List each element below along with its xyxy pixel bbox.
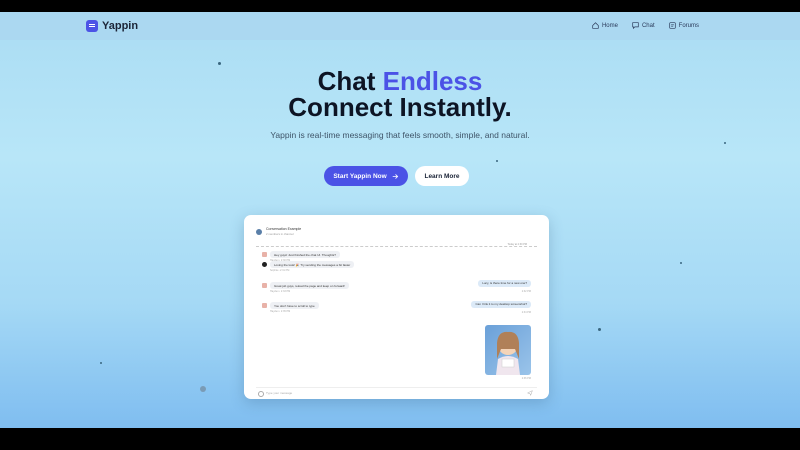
start-yappin-button[interactable]: Start Yappin Now — [324, 166, 408, 186]
arrow-right-icon — [392, 173, 398, 179]
message-bubble: Great job guys, reload the page and keep… — [270, 282, 350, 289]
nav-link-home[interactable]: Home — [592, 22, 618, 29]
avatar-icon — [262, 262, 267, 267]
decorative-dot — [496, 160, 498, 162]
avatar-icon — [262, 283, 267, 288]
message-meta: Hayden • 2:33 PM — [270, 290, 291, 293]
decorative-dot — [724, 142, 726, 144]
start-yappin-label: Start Yappin Now — [333, 172, 387, 180]
message-bubble: You don't have to scroll to type — [270, 302, 319, 309]
brand-logo[interactable]: Yappin — [86, 20, 138, 32]
message-bubble: Can I link it to my desktop screenshot? — [471, 300, 531, 308]
send-icon[interactable] — [527, 390, 533, 396]
chat-icon — [632, 22, 639, 29]
message-item: You don't have to scroll to type Hayden … — [262, 302, 319, 313]
hero-title-line1: Chat Endless — [0, 67, 800, 95]
nav-link-forums[interactable]: Forums — [669, 22, 699, 29]
nav-link-forums-label: Forums — [678, 22, 699, 29]
hero-title-line2: Connect Instantly. — [288, 92, 512, 122]
home-icon — [592, 22, 599, 29]
nav-link-chat-label: Chat — [641, 22, 655, 29]
message-item-sent: Lucy, is there time for a new one? 2:32 … — [478, 271, 531, 293]
anime-image — [496, 331, 520, 375]
top-nav: Yappin Home Chat Forums — [0, 12, 800, 40]
message-meta: Hayden • 2:35 PM — [270, 310, 291, 313]
channel-subtitle: 2 members in channel — [266, 232, 294, 236]
message-bubble: Lucy, is there time for a new one? — [478, 279, 531, 287]
message-meta: Sophia • 2:31 PM — [270, 269, 290, 272]
message-input-bar[interactable]: Type your message — [256, 387, 537, 397]
brand-name: Yappin — [102, 20, 139, 32]
message-item: Loving the look! 🎉 Try sending the messa… — [262, 261, 355, 272]
channel-title: Conversation Example — [266, 227, 302, 231]
avatar-icon — [262, 252, 267, 257]
chat-preview-card: Conversation Example 2 members in channe… — [244, 215, 549, 399]
nav-link-chat[interactable]: Chat — [632, 22, 655, 29]
learn-more-button[interactable]: Learn More — [415, 166, 469, 186]
date-separator-label: Today at 2:30 PM — [505, 243, 529, 246]
decorative-dot — [100, 362, 102, 364]
message-bubble: Hey guys! Just finished the chat UI. Tho… — [270, 251, 340, 258]
message-item: Great job guys, reload the page and keep… — [262, 282, 350, 293]
hero-subtitle: Yappin is real-time messaging that feels… — [270, 130, 530, 140]
chat-bubble-icon — [86, 20, 98, 32]
message-bubble: Loving the look! 🎉 Try sending the messa… — [270, 261, 355, 268]
message-item-sent: Can I link it to my desktop screenshot? … — [471, 292, 531, 314]
decorative-dot — [680, 262, 682, 264]
avatar-icon — [262, 303, 267, 308]
landing-page: Yappin Home Chat Forums Chat Endless Con… — [0, 12, 800, 428]
learn-more-label: Learn More — [424, 172, 460, 180]
image-meta: 2:36 PM — [521, 377, 531, 380]
message-input[interactable]: Type your message — [266, 391, 292, 395]
message-meta: 2:34 PM — [521, 311, 531, 314]
forums-icon — [669, 22, 676, 29]
nav-link-home-label: Home — [601, 22, 618, 29]
channel-header: Conversation Example 2 members in channe… — [256, 227, 301, 236]
emoji-icon[interactable] — [258, 391, 264, 397]
decorative-dot — [598, 328, 601, 331]
decorative-dot — [218, 62, 221, 65]
date-separator — [256, 246, 537, 247]
channel-avatar — [256, 228, 262, 235]
image-message[interactable] — [485, 325, 531, 375]
decorative-dot — [200, 386, 206, 392]
nav-links: Home Chat Forums — [592, 22, 699, 29]
